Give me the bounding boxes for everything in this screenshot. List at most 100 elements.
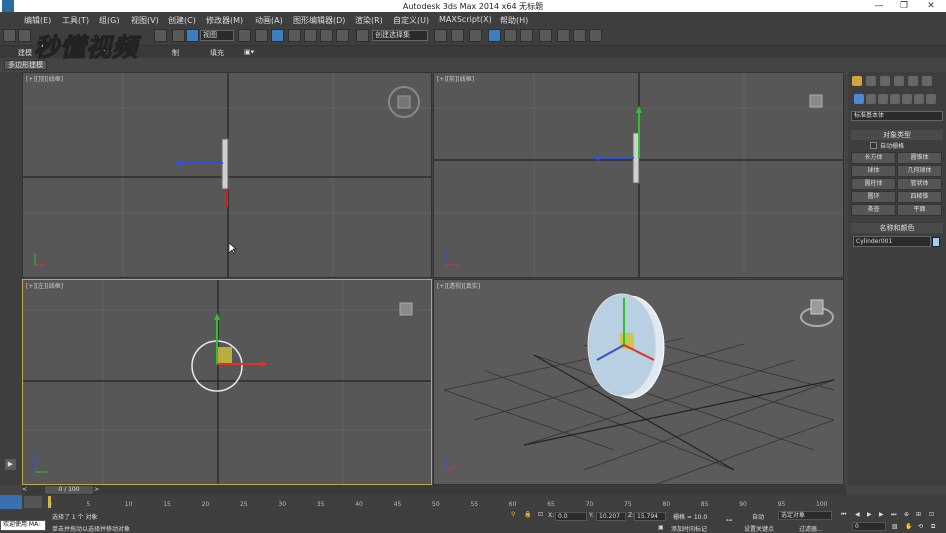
motion-tab-icon[interactable]: [894, 76, 904, 86]
ribbon-tab-partial[interactable]: 制: [172, 48, 179, 58]
pivot-icon[interactable]: [238, 29, 251, 42]
cone-button[interactable]: 圆锥体: [897, 152, 942, 164]
named-selection-dropdown[interactable]: 创建选择集: [372, 30, 428, 41]
menu-maxscript[interactable]: MAXScript(X): [439, 15, 492, 24]
schematic-view-icon[interactable]: [520, 29, 533, 42]
ribbon-tab-modeling[interactable]: 建模: [18, 48, 32, 58]
time-slider-next-icon[interactable]: >: [94, 486, 104, 494]
hierarchy-tab-icon[interactable]: [880, 76, 890, 86]
viewport-label-front[interactable]: [+][前][线框]: [437, 74, 474, 83]
selected-object-dropdown[interactable]: 选定对象: [778, 511, 832, 520]
field-of-view-icon[interactable]: ▧: [892, 523, 898, 530]
mirror-icon[interactable]: [434, 29, 447, 42]
prev-frame-icon[interactable]: ◀: [855, 511, 860, 518]
key-icon[interactable]: ⊶: [726, 517, 732, 524]
pan-icon[interactable]: ✋: [905, 523, 912, 530]
layer-icon[interactable]: [469, 29, 482, 42]
mini-curve-editor-icon[interactable]: [0, 495, 22, 509]
object-type-header[interactable]: 对象类型: [851, 130, 943, 140]
select-object-icon[interactable]: [186, 29, 199, 42]
viewport-perspective[interactable]: [+][透视][真实]: [433, 279, 844, 485]
close-icon[interactable]: ✕: [920, 0, 942, 12]
geometry-icon[interactable]: [854, 94, 864, 104]
goto-end-icon[interactable]: ⏭: [891, 511, 896, 519]
utilities-tab-icon[interactable]: [922, 76, 932, 86]
ribbon-options-icon[interactable]: ▣▾: [244, 48, 254, 56]
set-key-button[interactable]: 设置关键点: [744, 524, 774, 533]
track-bar-filter-icon[interactable]: [24, 496, 42, 508]
material-editor-icon[interactable]: [539, 29, 552, 42]
menu-create[interactable]: 创建(C): [168, 15, 196, 26]
shapes-icon[interactable]: [866, 94, 876, 104]
zoom-icon[interactable]: ⊕: [904, 511, 909, 518]
geosphere-button[interactable]: 几何球体: [897, 165, 942, 177]
object-name-field[interactable]: Cylinder001: [853, 236, 931, 247]
y-coord-field[interactable]: 10.207: [596, 512, 626, 521]
percent-snap-icon[interactable]: [320, 29, 333, 42]
link-icon[interactable]: [3, 29, 16, 42]
undo-icon[interactable]: [154, 29, 167, 42]
menu-tools[interactable]: 工具(T): [62, 15, 89, 26]
render-icon[interactable]: [589, 29, 602, 42]
absolute-mode-icon[interactable]: ⊡: [538, 511, 543, 518]
current-frame-field[interactable]: 0: [852, 522, 886, 531]
add-time-tag-icon[interactable]: ▣: [658, 524, 664, 531]
curve-editor-icon[interactable]: [504, 29, 517, 42]
play-icon[interactable]: ▶: [867, 511, 872, 518]
menu-group[interactable]: 组(G): [99, 15, 119, 26]
helpers-icon[interactable]: [902, 94, 912, 104]
name-color-header[interactable]: 名称和颜色: [851, 223, 943, 233]
time-slider-prev-icon[interactable]: <: [22, 486, 32, 494]
rotate-icon[interactable]: [271, 29, 284, 42]
spacewarps-icon[interactable]: [914, 94, 924, 104]
x-coord-field[interactable]: 0.0: [555, 512, 587, 521]
lock-selection-icon[interactable]: 🔒: [524, 511, 531, 518]
zoom-extents-icon[interactable]: ⊡: [929, 511, 934, 518]
goto-start-icon[interactable]: ⏮: [841, 511, 846, 519]
menu-edit[interactable]: 编辑(E): [24, 15, 51, 26]
render-setup-icon[interactable]: [557, 29, 570, 42]
spinner-snap-icon[interactable]: [336, 29, 349, 42]
viewport-front[interactable]: [+][前][线框]: [433, 72, 844, 278]
snap-icon[interactable]: [288, 29, 301, 42]
isolate-icon[interactable]: ⚲: [511, 511, 515, 518]
rendered-frame-icon[interactable]: [573, 29, 586, 42]
sphere-button[interactable]: 球体: [851, 165, 896, 177]
plane-button[interactable]: 平面: [897, 204, 942, 216]
menu-help[interactable]: 帮助(H): [500, 15, 528, 26]
viewport-label-left[interactable]: [+][左][线框]: [26, 281, 63, 290]
orbit-icon[interactable]: ⟲: [918, 523, 923, 530]
cameras-icon[interactable]: [890, 94, 900, 104]
category-dropdown[interactable]: 标准基本体: [851, 111, 943, 121]
pyramid-button[interactable]: 四棱锥: [897, 191, 942, 203]
expand-arrow-icon[interactable]: ▶: [5, 459, 16, 470]
angle-snap-icon[interactable]: [304, 29, 317, 42]
lights-icon[interactable]: [878, 94, 888, 104]
align-icon[interactable]: [451, 29, 464, 42]
maximize-icon[interactable]: ❐: [893, 0, 915, 12]
reference-coord-dropdown[interactable]: 视图: [200, 30, 234, 41]
maximize-viewport-icon[interactable]: ⧉: [931, 523, 935, 531]
add-time-tag[interactable]: 添加时间标记: [671, 524, 707, 533]
modify-tab-icon[interactable]: [866, 76, 876, 86]
ribbon-tab-populate[interactable]: 填充: [210, 48, 224, 58]
time-slider-bar[interactable]: < 0 / 100 >: [22, 485, 846, 495]
menu-views[interactable]: 视图(V): [131, 15, 159, 26]
teapot-button[interactable]: 茶壶: [851, 204, 896, 216]
viewport-top[interactable]: [+][顶][线框]: [22, 72, 432, 278]
display-tab-icon[interactable]: [908, 76, 918, 86]
box-button[interactable]: 长方体: [851, 152, 896, 164]
object-color-swatch[interactable]: [932, 237, 940, 247]
viewport-left[interactable]: [+][左][线框]: [22, 279, 432, 485]
menu-modifiers[interactable]: 修改器(M): [206, 15, 243, 26]
move-icon[interactable]: [255, 29, 268, 42]
menu-animation[interactable]: 动画(A): [255, 15, 283, 26]
track-bar[interactable]: 0 5 10 15 20 25 30 35 40 45 50 55 60 65 70 75 80 85 90 95 10…: [0, 495, 946, 509]
cylinder-button[interactable]: 圆柱体: [851, 178, 896, 190]
tube-button[interactable]: 管状体: [897, 178, 942, 190]
key-filters-button[interactable]: 过滤器...: [799, 524, 823, 533]
graphite-ribbon-icon[interactable]: [488, 29, 501, 42]
maxscript-listener[interactable]: 欢迎使用 MA:: [0, 520, 46, 531]
menu-graph-editors[interactable]: 图形编辑器(D): [293, 15, 345, 26]
auto-key-button[interactable]: 自动: [752, 512, 764, 521]
